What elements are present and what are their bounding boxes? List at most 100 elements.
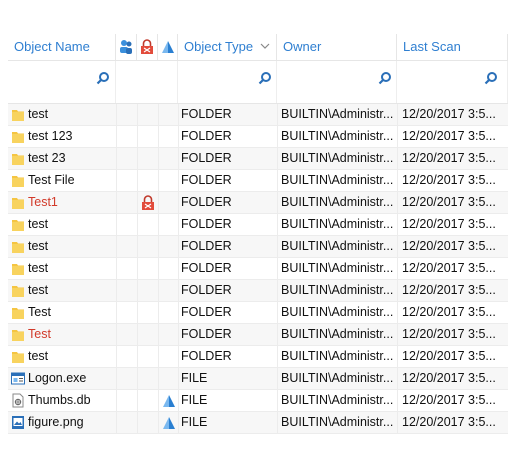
permissions-cell — [116, 412, 137, 433]
owner: BUILTIN\Administr... — [277, 346, 397, 367]
table-row[interactable]: Thumbs.db FILE BUILTIN\Administr... 12/20/2… — [8, 390, 508, 412]
object-name-cell[interactable]: figure.png — [8, 412, 116, 433]
table-row[interactable]: test FOLDER BUILTIN\Administr... 12/20/2017… — [8, 280, 508, 302]
owner: BUILTIN\Administr... — [277, 390, 397, 411]
triangle-icon — [162, 415, 176, 429]
object-name: test — [28, 261, 49, 275]
object-name-cell[interactable]: test — [8, 104, 116, 125]
search-icon[interactable] — [96, 71, 110, 85]
owner: BUILTIN\Administr... — [277, 170, 397, 191]
owner: BUILTIN\Administr... — [277, 324, 397, 345]
object-name-cell[interactable]: test 123 — [8, 126, 116, 147]
object-name: test — [28, 283, 49, 297]
locked-cell — [137, 324, 158, 345]
object-name-cell[interactable]: test — [8, 236, 116, 257]
column-header-object-type[interactable]: Object Type — [178, 34, 277, 60]
table-row[interactable]: test FOLDER BUILTIN\Administr... 12/20/2017… — [8, 236, 508, 258]
owner: BUILTIN\Administr... — [277, 214, 397, 235]
table-row[interactable]: Test1 FOLDER BUILTIN\Administr... 12/20/201… — [8, 192, 508, 214]
lock-icon — [141, 195, 155, 210]
object-name: test — [28, 349, 49, 363]
folder-icon — [11, 217, 25, 232]
table-row[interactable]: Test FOLDER BUILTIN\Administr... 12/20/2017… — [8, 324, 508, 346]
warning-cell — [158, 346, 178, 367]
triangle-icon — [162, 41, 174, 53]
locked-cell — [137, 104, 158, 125]
filter-last-scan[interactable] — [397, 61, 508, 103]
table-row[interactable]: test FOLDER BUILTIN\Administr... 12/20/2017… — [8, 258, 508, 280]
locked-cell — [137, 302, 158, 323]
permissions-cell — [116, 104, 137, 125]
column-header-warning[interactable] — [158, 34, 178, 60]
object-name-cell[interactable]: test — [8, 214, 116, 235]
table-row[interactable]: figure.png FILE BUILTIN\Administr... 12/20/… — [8, 412, 508, 434]
last-scan: 12/20/2017 3:5... — [397, 280, 508, 301]
warning-cell — [158, 390, 178, 411]
chevron-down-icon[interactable] — [260, 42, 270, 50]
object-name-cell[interactable]: Logon.exe — [8, 368, 116, 389]
folder-icon — [11, 195, 25, 210]
table-row[interactable]: test FOLDER BUILTIN\Administr... 12/20/2017… — [8, 346, 508, 368]
search-icon[interactable] — [378, 71, 392, 85]
object-name: test 23 — [28, 151, 66, 165]
owner: BUILTIN\Administr... — [277, 104, 397, 125]
object-name: test 123 — [28, 129, 73, 143]
search-icon[interactable] — [258, 71, 272, 85]
object-name: Test — [28, 305, 51, 319]
object-name-cell[interactable]: Thumbs.db — [8, 390, 116, 411]
locked-cell — [137, 368, 158, 389]
object-name-cell[interactable]: test 23 — [8, 148, 116, 169]
column-header-permissions[interactable] — [116, 34, 137, 60]
table-row[interactable]: test 123 FOLDER BUILTIN\Administr... 12/20/… — [8, 126, 508, 148]
table-row[interactable]: Test File FOLDER BUILTIN\Administr... 12/20… — [8, 170, 508, 192]
column-header-object-name[interactable]: Object Name — [8, 34, 116, 60]
last-scan: 12/20/2017 3:5... — [397, 324, 508, 345]
filter-object-name[interactable] — [8, 61, 116, 103]
folder-icon — [11, 261, 25, 276]
grid-header: Object Name Object Type Owner Last Scan — [8, 34, 508, 61]
object-type: FOLDER — [178, 346, 277, 367]
object-name-cell[interactable]: Test — [8, 324, 116, 345]
column-header-locked[interactable] — [137, 34, 158, 60]
object-name-cell[interactable]: test — [8, 280, 116, 301]
warning-cell — [158, 104, 178, 125]
object-type: FILE — [178, 390, 277, 411]
permissions-cell — [116, 368, 137, 389]
permissions-cell — [116, 346, 137, 367]
last-scan: 12/20/2017 3:5... — [397, 390, 508, 411]
table-row[interactable]: Test FOLDER BUILTIN\Administr... 12/20/2017… — [8, 302, 508, 324]
warning-cell — [158, 302, 178, 323]
search-icon[interactable] — [484, 71, 498, 85]
object-name-cell[interactable]: Test — [8, 302, 116, 323]
object-name-cell[interactable]: Test1 — [8, 192, 116, 213]
permissions-cell — [116, 148, 137, 169]
folder-icon — [11, 151, 25, 166]
owner: BUILTIN\Administr... — [277, 412, 397, 433]
last-scan: 12/20/2017 3:5... — [397, 104, 508, 125]
permissions-cell — [116, 258, 137, 279]
last-scan: 12/20/2017 3:5... — [397, 302, 508, 323]
filter-object-type[interactable] — [178, 61, 277, 103]
lock-icon — [141, 39, 153, 54]
object-type: FOLDER — [178, 214, 277, 235]
column-header-owner[interactable]: Owner — [277, 34, 397, 60]
column-header-last-scan[interactable]: Last Scan — [397, 34, 508, 60]
filter-owner[interactable] — [277, 61, 397, 103]
object-type: FOLDER — [178, 236, 277, 257]
object-name-cell[interactable]: test — [8, 346, 116, 367]
locked-cell — [137, 126, 158, 147]
table-row[interactable]: test FOLDER BUILTIN\Administr... 12/20/2017… — [8, 214, 508, 236]
last-scan: 12/20/2017 3:5... — [397, 126, 508, 147]
object-name-cell[interactable]: Test File — [8, 170, 116, 191]
last-scan: 12/20/2017 3:5... — [397, 368, 508, 389]
table-row[interactable]: test 23 FOLDER BUILTIN\Administr... 12/20/2… — [8, 148, 508, 170]
table-row[interactable]: test FOLDER BUILTIN\Administr... 12/20/2017… — [8, 104, 508, 126]
locked-cell — [137, 390, 158, 411]
object-type: FOLDER — [178, 280, 277, 301]
object-name-cell[interactable]: test — [8, 258, 116, 279]
filter-icons-blank — [116, 61, 178, 103]
owner: BUILTIN\Administr... — [277, 192, 397, 213]
locked-cell — [137, 236, 158, 257]
table-row[interactable]: Logon.exe FILE BUILTIN\Administr... 12/20/2… — [8, 368, 508, 390]
locked-cell — [137, 412, 158, 433]
